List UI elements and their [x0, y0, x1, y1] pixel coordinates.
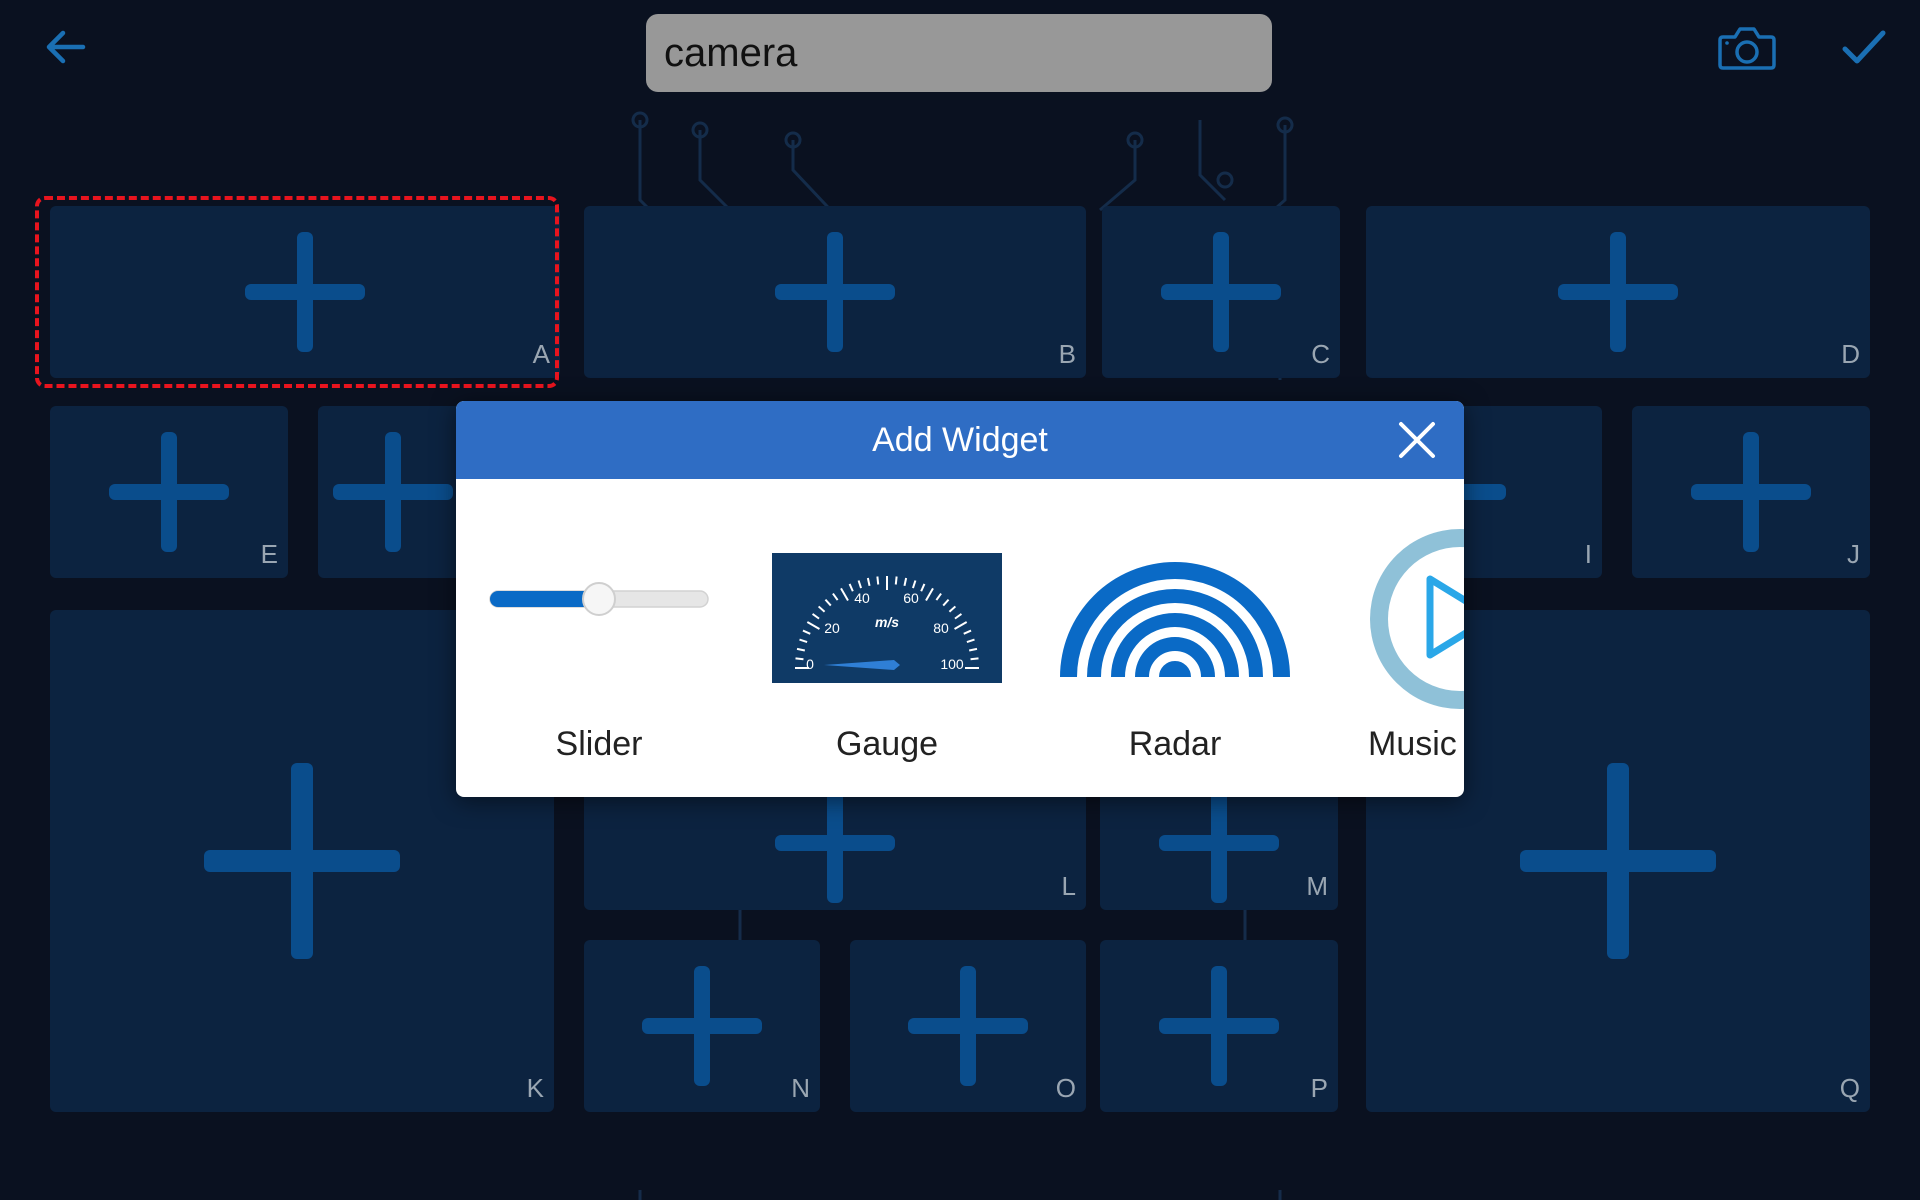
slot-label: M	[1306, 871, 1328, 901]
plus-icon	[1520, 763, 1716, 959]
gauge-tick-40: 40	[854, 590, 870, 606]
widget-label: Radar	[1128, 725, 1222, 763]
add-widget-dialog: Add Widget Slider 0 20 40 60 80 100 m/s …	[456, 401, 1464, 797]
grid-slot-o[interactable]: O	[850, 940, 1086, 1112]
close-icon	[1399, 422, 1435, 458]
gauge-tick-mark	[970, 657, 979, 661]
gauge-tick-100: 100	[940, 656, 964, 672]
plus-icon	[245, 232, 365, 352]
widget-option-music[interactable]: Music	[1360, 479, 1464, 797]
plus-icon	[1159, 783, 1279, 903]
music-play-icon	[1370, 529, 1464, 709]
arrow-left-icon	[46, 30, 86, 64]
widget-option-slider[interactable]: Slider	[486, 479, 712, 797]
slot-label: O	[1055, 1073, 1076, 1103]
grid-slot-e[interactable]: E	[50, 406, 288, 578]
gauge-icon: 0 20 40 60 80 100 m/s	[772, 553, 1002, 683]
plus-icon	[204, 763, 400, 959]
confirm-button[interactable]	[1836, 20, 1892, 76]
back-button[interactable]	[36, 22, 94, 72]
plus-icon	[1558, 232, 1678, 352]
slot-label: L	[1061, 871, 1076, 901]
widget-option-radar[interactable]: Radar	[1060, 479, 1290, 797]
close-button[interactable]	[1392, 415, 1442, 465]
grid-slot-p[interactable]: P	[1100, 940, 1338, 1112]
gauge-tick-mark	[795, 657, 804, 661]
slot-label: K	[526, 1073, 544, 1103]
plus-icon	[775, 783, 895, 903]
grid-slot[interactable]	[318, 406, 468, 578]
slot-label: A	[532, 339, 550, 369]
slot-label: Q	[1839, 1073, 1860, 1103]
grid-slot-n[interactable]: N	[584, 940, 820, 1112]
slider-knob	[582, 582, 616, 616]
gauge-tick-20: 20	[824, 620, 840, 636]
plus-icon	[908, 966, 1028, 1086]
widget-option-gauge[interactable]: 0 20 40 60 80 100 m/s Gauge	[772, 479, 1002, 797]
camera-button[interactable]	[1712, 18, 1782, 76]
plus-icon	[1161, 232, 1281, 352]
gauge-tick-mark	[876, 576, 880, 585]
slot-label: E	[260, 539, 278, 569]
plus-icon	[775, 232, 895, 352]
slot-label: J	[1847, 539, 1860, 569]
gauge-tick-mark	[894, 576, 898, 585]
slot-label: N	[791, 1073, 810, 1103]
gauge-unit: m/s	[875, 614, 899, 630]
plus-icon	[1159, 966, 1279, 1086]
slot-label: D	[1841, 339, 1860, 369]
gauge-tick-0: 0	[806, 656, 814, 672]
slider-icon	[489, 582, 709, 616]
slot-label: C	[1311, 339, 1330, 369]
grid-slot-c[interactable]: C	[1102, 206, 1340, 378]
plus-icon	[333, 432, 453, 552]
grid-slot-j[interactable]: J	[1632, 406, 1870, 578]
widget-label: Slider	[555, 725, 643, 763]
checkmark-icon	[1842, 30, 1886, 64]
slot-label: P	[1310, 1073, 1328, 1103]
camera-icon	[1718, 27, 1776, 70]
widget-label: Music	[1368, 725, 1457, 763]
gauge-tick-80: 80	[933, 620, 949, 636]
plus-icon	[642, 966, 762, 1086]
layout-name-input[interactable]	[646, 14, 1272, 92]
gauge-tick-60: 60	[903, 590, 919, 606]
widget-picker[interactable]: Slider 0 20 40 60 80 100 m/s Gauge Radar…	[456, 479, 1464, 797]
plus-icon	[109, 432, 229, 552]
grid-slot-b[interactable]: B	[584, 206, 1086, 378]
dialog-title: Add Widget	[872, 421, 1048, 459]
grid-slot-d[interactable]: D	[1366, 206, 1870, 378]
radar-icon	[1060, 562, 1290, 678]
slot-label: B	[1058, 339, 1076, 369]
slot-label: I	[1584, 539, 1592, 569]
plus-icon	[1691, 432, 1811, 552]
dialog-header: Add Widget	[456, 401, 1464, 479]
grid-slot-a[interactable]: A	[50, 206, 560, 378]
widget-label: Gauge	[835, 725, 939, 763]
